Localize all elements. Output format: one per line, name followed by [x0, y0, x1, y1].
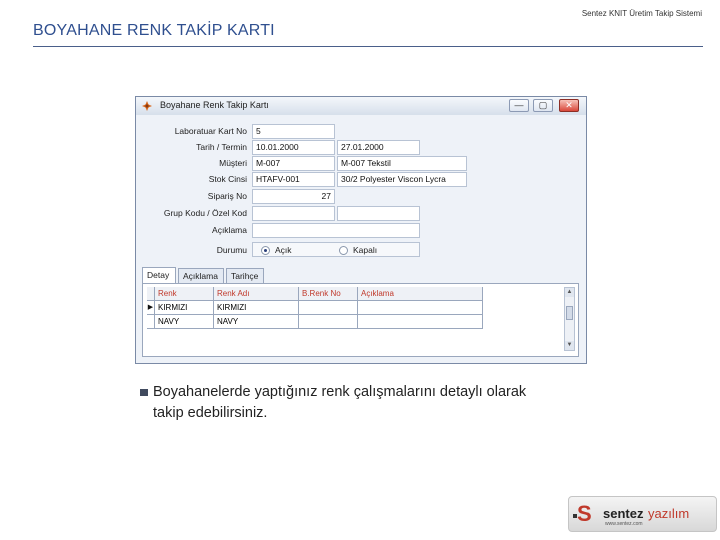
close-button[interactable]: ✕: [559, 99, 579, 112]
group-code-field[interactable]: [252, 206, 335, 221]
col-b-renk-no[interactable]: B.Renk No: [299, 287, 358, 301]
col-renk-adi[interactable]: Renk Adı: [214, 287, 299, 301]
status-closed-label: Kapalı: [353, 245, 378, 255]
group-label: Grup Kodu / Özel Kod: [163, 208, 247, 218]
table-row[interactable]: ▶ KIRMIZI KIRMIZI: [147, 301, 487, 315]
customer-code-field[interactable]: M-007: [252, 156, 335, 171]
row-marker: [147, 315, 155, 329]
due-date-field[interactable]: 27.01.2000: [337, 140, 420, 155]
lab-no-label: Laboratuar Kart No: [174, 126, 247, 136]
desc-label: Açıklama: [212, 225, 247, 235]
logo-brand-bold: sentez: [603, 506, 644, 521]
date-field[interactable]: 10.01.2000: [252, 140, 335, 155]
scroll-up-icon[interactable]: ▲: [565, 288, 574, 297]
minimize-button[interactable]: —: [509, 99, 529, 112]
tab-aciklama[interactable]: Açıklama: [178, 268, 224, 283]
renk-takip-window: Boyahane Renk Takip Kartı — ▢ ✕ Laboratu…: [135, 96, 587, 364]
logo-url: www.sentez.com: [605, 521, 643, 527]
maximize-button[interactable]: ▢: [533, 99, 553, 112]
title-rule: [33, 46, 703, 47]
special-code-field[interactable]: [337, 206, 420, 221]
tab-tarihce[interactable]: Tarihçe: [226, 268, 264, 283]
feature-description: Boyahanelerde yaptığınız renk çalışmalar…: [153, 384, 527, 421]
stock-label: Stok Cinsi: [208, 174, 247, 184]
desc-field[interactable]: [252, 223, 420, 238]
status-closed-radio[interactable]: [339, 246, 348, 255]
cell-renk[interactable]: KIRMIZI: [155, 301, 214, 315]
stock-code-field[interactable]: HTAFV-001: [252, 172, 335, 187]
grid-scrollbar[interactable]: ▲ ▼: [564, 287, 575, 351]
customer-name-field: M-007 Tekstil: [337, 156, 467, 171]
cell-aciklama[interactable]: [358, 315, 483, 329]
bullet-square-icon: [140, 389, 148, 396]
sentez-logo: S sentez yazılım www.sentez.com: [568, 496, 717, 532]
order-label: Sipariş No: [207, 191, 247, 201]
tab-detay[interactable]: Detay: [142, 267, 176, 283]
scroll-thumb[interactable]: [566, 306, 573, 320]
slide-title: BOYAHANE RENK TAKİP KARTI: [33, 22, 275, 39]
detail-grid-panel: Renk Renk Adı B.Renk No Açıklama ▶ KIRMI…: [142, 283, 579, 357]
col-renk[interactable]: Renk: [155, 287, 214, 301]
customer-label: Müşteri: [219, 158, 247, 168]
logo-brand-light: yazılım: [648, 506, 690, 521]
cell-renk-adi[interactable]: KIRMIZI: [214, 301, 299, 315]
col-aciklama[interactable]: Açıklama: [358, 287, 483, 301]
status-open-radio[interactable]: [261, 246, 270, 255]
stock-name-field: 30/2 Polyester Viscon Lycra: [337, 172, 467, 187]
header-form: Laboratuar Kart No 5 Tarih / Termin 10.0…: [136, 115, 586, 267]
cell-b-renk-no[interactable]: [299, 315, 358, 329]
date-label: Tarih / Termin: [196, 142, 247, 152]
app-icon: [142, 101, 152, 111]
order-field[interactable]: 27: [252, 189, 335, 204]
cell-aciklama[interactable]: [358, 301, 483, 315]
scroll-down-icon[interactable]: ▼: [565, 341, 574, 350]
cell-renk[interactable]: NAVY: [155, 315, 214, 329]
window-titlebar[interactable]: Boyahane Renk Takip Kartı — ▢ ✕: [136, 97, 586, 116]
logo-mark: S: [577, 501, 592, 526]
grid-header: Renk Renk Adı B.Renk No Açıklama: [147, 287, 487, 301]
status-open-label: Açık: [275, 245, 292, 255]
cell-b-renk-no[interactable]: [299, 301, 358, 315]
system-caption: Sentez KNIT Üretim Takip Sistemi: [581, 9, 702, 18]
window-title: Boyahane Renk Takip Kartı: [160, 100, 269, 110]
current-row-marker: ▶: [147, 301, 155, 315]
table-row[interactable]: NAVY NAVY: [147, 315, 487, 329]
lab-no-field[interactable]: 5: [252, 124, 335, 139]
grid-corner: [147, 287, 155, 301]
cell-renk-adi[interactable]: NAVY: [214, 315, 299, 329]
status-label: Durumu: [216, 245, 247, 255]
